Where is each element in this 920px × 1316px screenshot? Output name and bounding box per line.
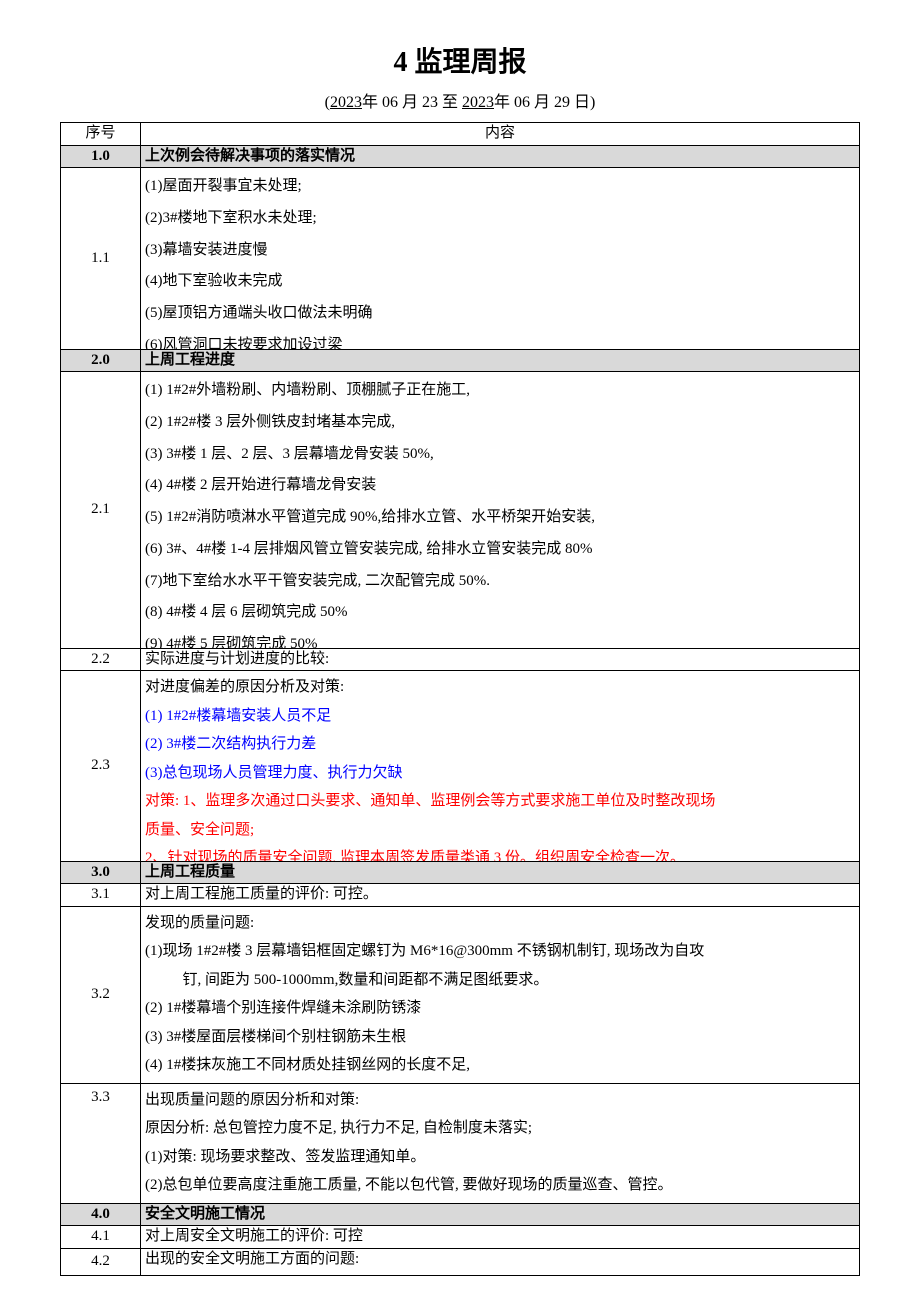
- line: 出现的安全文明施工方面的问题:: [145, 1250, 855, 1274]
- section-num: 4.0: [61, 1203, 141, 1226]
- row-4-1: 4.1 对上周安全文明施工的评价: 可控: [61, 1226, 860, 1249]
- table-header-row: 序号 内容: [61, 123, 860, 146]
- date-mid1: 年 06 月 23 至: [362, 94, 458, 111]
- line: (6) 3#、4#楼 1-4 层排烟风管立管安装完成, 给排水立管安装完成 80…: [145, 536, 855, 564]
- line: (1)对策: 现场要求整改、签发监理通知单。: [145, 1145, 855, 1171]
- line: (8) 4#楼 4 层 6 层砌筑完成 50%: [145, 599, 855, 627]
- row-3-3: 3.3 出现质量问题的原因分析和对策: 原因分析: 总包管控力度不足, 执行力不…: [61, 1083, 860, 1203]
- row-num: 2.3: [61, 671, 141, 862]
- line: (2) 3#楼二次结构执行力差: [145, 732, 855, 758]
- line: 发现的质量问题:: [145, 911, 855, 937]
- row-num: 2.2: [61, 648, 141, 671]
- line: (2)3#楼地下室积水未处理;: [145, 205, 855, 233]
- line: (2) 1#2#楼 3 层外侧铁皮封堵基本完成,: [145, 409, 855, 437]
- line: (3) 3#楼屋面层楼梯间个别柱钢筋未生根: [145, 1025, 855, 1051]
- section-2-header: 2.0 上周工程进度: [61, 349, 860, 372]
- row-2-2: 2.2 实际进度与计划进度的比较:: [61, 648, 860, 671]
- date-start-year: 2023: [330, 94, 362, 111]
- line: (3) 3#楼 1 层、2 层、3 层幕墙龙骨安装 50%,: [145, 441, 855, 469]
- row-content: 对进度偏差的原因分析及对策: (1) 1#2#楼幕墙安装人员不足 (2) 3#楼…: [141, 671, 860, 862]
- line: (9) 4#楼 5 层砌筑完成 50%: [145, 631, 855, 648]
- row-num: 3.3: [61, 1083, 141, 1203]
- line: (4) 4#楼 2 层开始进行幕墙龙骨安装: [145, 472, 855, 500]
- line: (4) 1#楼抹灰施工不同材质处挂钢丝网的长度不足,: [145, 1053, 855, 1079]
- row-num: 2.1: [61, 372, 141, 649]
- section-num: 1.0: [61, 145, 141, 168]
- date-mid2: 年 06 月 29 日): [494, 94, 595, 111]
- section-1-header: 1.0 上次例会待解决事项的落实情况: [61, 145, 860, 168]
- line: (4)地下室验收未完成: [145, 268, 855, 296]
- row-content: 发现的质量问题: (1)现场 1#2#楼 3 层幕墙铝框固定螺钉为 M6*16@…: [141, 906, 860, 1083]
- line: (2)总包单位要高度注重施工质量, 不能以包代管, 要做好现场的质量巡查、管控。: [145, 1173, 855, 1199]
- line: (6)风管洞口未按要求加设过梁: [145, 332, 855, 349]
- row-num: 4.1: [61, 1226, 141, 1249]
- line: (3)幕墙安装进度慢: [145, 237, 855, 265]
- line: (2) 1#楼幕墙个别连接件焊缝未涂刷防锈漆: [145, 996, 855, 1022]
- row-content: 出现质量问题的原因分析和对策: 原因分析: 总包管控力度不足, 执行力不足, 自…: [141, 1083, 860, 1203]
- line: (7)地下室给水水平干管安装完成, 二次配管完成 50%.: [145, 568, 855, 596]
- line: (1) 1#2#楼幕墙安装人员不足: [145, 704, 855, 730]
- row-num: 1.1: [61, 168, 141, 350]
- row-4-2: 4.2 出现的安全文明施工方面的问题:: [61, 1248, 860, 1275]
- line: 质量、安全问题;: [145, 818, 855, 844]
- section-num: 2.0: [61, 349, 141, 372]
- line: (1)屋面开裂事宜未处理;: [145, 173, 855, 201]
- row-3-1: 3.1 对上周工程施工质量的评价: 可控。: [61, 884, 860, 907]
- line: 原因分析: 总包管控力度不足, 执行力不足, 自检制度未落实;: [145, 1116, 855, 1142]
- row-content: 实际进度与计划进度的比较:: [141, 648, 860, 671]
- row-num: 3.2: [61, 906, 141, 1083]
- date-range: (2023年 06 月 23 至 2023年 06 月 29 日): [60, 88, 860, 112]
- line: (5) 1#2#消防喷淋水平管道完成 90%,给排水立管、水平桥架开始安装,: [145, 504, 855, 532]
- section-4-header: 4.0 安全文明施工情况: [61, 1203, 860, 1226]
- section-label: 安全文明施工情况: [141, 1203, 860, 1226]
- line: 钉, 间距为 500-1000mm,数量和间距都不满足图纸要求。: [145, 968, 855, 994]
- page-title: 4 监理周报: [60, 40, 860, 80]
- date-end-year: 2023: [462, 94, 494, 111]
- line: (1)现场 1#2#楼 3 层幕墙铝框固定螺钉为 M6*16@300mm 不锈钢…: [145, 939, 855, 965]
- row-1-1: 1.1 (1)屋面开裂事宜未处理; (2)3#楼地下室积水未处理; (3)幕墙安…: [61, 168, 860, 350]
- row-content: (1) 1#2#外墙粉刷、内墙粉刷、顶棚腻子正在施工, (2) 1#2#楼 3 …: [141, 372, 860, 649]
- row-3-2: 3.2 发现的质量问题: (1)现场 1#2#楼 3 层幕墙铝框固定螺钉为 M6…: [61, 906, 860, 1083]
- line: (3)总包现场人员管理力度、执行力欠缺: [145, 761, 855, 787]
- report-table: 序号 内容 1.0 上次例会待解决事项的落实情况 1.1 (1)屋面开裂事宜未处…: [60, 122, 860, 1276]
- line: 出现质量问题的原因分析和对策:: [145, 1088, 855, 1114]
- col-seq-header: 序号: [61, 123, 141, 146]
- row-content: 出现的安全文明施工方面的问题:: [141, 1248, 860, 1275]
- line: 2、针对现场的质量安全问题, 监理本周签发质量类通 3 份。组织周安全检查一次。: [145, 846, 855, 861]
- line: (1) 1#2#外墙粉刷、内墙粉刷、顶棚腻子正在施工,: [145, 377, 855, 405]
- row-num: 4.2: [61, 1248, 141, 1275]
- section-label: 上周工程质量: [141, 861, 860, 884]
- section-label: 上次例会待解决事项的落实情况: [141, 145, 860, 168]
- line: 对策: 1、监理多次通过口头要求、通知单、监理例会等方式要求施工单位及时整改现场: [145, 789, 855, 815]
- section-3-header: 3.0 上周工程质量: [61, 861, 860, 884]
- col-content-header: 内容: [141, 123, 860, 146]
- section-label: 上周工程进度: [141, 349, 860, 372]
- row-content: 对上周工程施工质量的评价: 可控。: [141, 884, 860, 907]
- line: (5)屋顶铝方通端头收口做法未明确: [145, 300, 855, 328]
- line: 对进度偏差的原因分析及对策:: [145, 675, 855, 701]
- row-num: 3.1: [61, 884, 141, 907]
- row-content: 对上周安全文明施工的评价: 可控: [141, 1226, 860, 1249]
- row-content: (1)屋面开裂事宜未处理; (2)3#楼地下室积水未处理; (3)幕墙安装进度慢…: [141, 168, 860, 350]
- row-2-1: 2.1 (1) 1#2#外墙粉刷、内墙粉刷、顶棚腻子正在施工, (2) 1#2#…: [61, 372, 860, 649]
- row-2-3: 2.3 对进度偏差的原因分析及对策: (1) 1#2#楼幕墙安装人员不足 (2)…: [61, 671, 860, 862]
- section-num: 3.0: [61, 861, 141, 884]
